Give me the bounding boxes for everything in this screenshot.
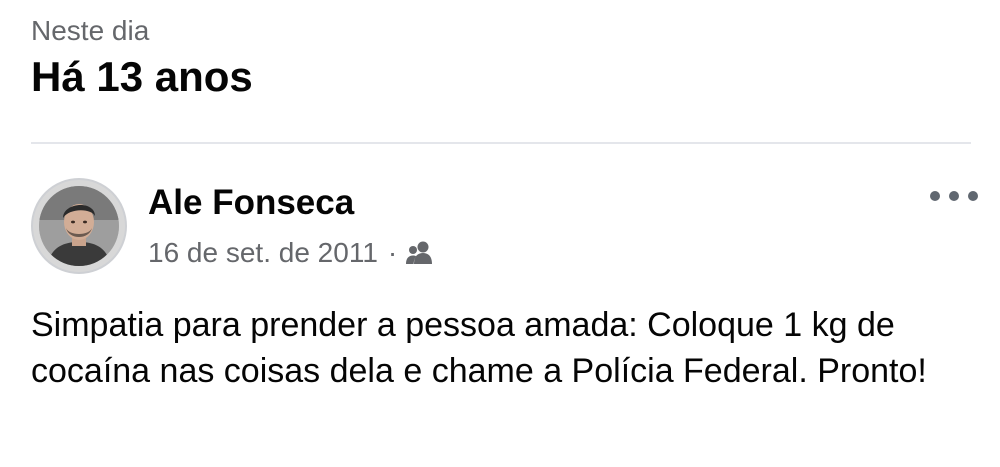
memory-header: Neste dia Há 13 anos	[31, 14, 253, 102]
avatar[interactable]	[31, 178, 127, 274]
avatar-photo	[39, 186, 119, 266]
divider	[31, 142, 971, 144]
meta-separator: ·	[387, 237, 398, 268]
profile-photo-icon	[39, 186, 119, 266]
more-dot	[949, 191, 959, 201]
post-meta: 16 de set. de 2011 ·	[148, 236, 435, 270]
memory-title: Há 13 anos	[31, 53, 253, 100]
author-name[interactable]: Ale Fonseca	[148, 182, 354, 224]
memory-subtitle: Neste dia	[31, 15, 150, 46]
post-date[interactable]: 16 de set. de 2011	[148, 236, 378, 270]
post-text: Simpatia para prender a pessoa amada: Co…	[31, 306, 927, 390]
more-dot	[968, 191, 978, 201]
friends-icon[interactable]	[405, 240, 435, 266]
post-header: Ale Fonseca 16 de set. de 2011 ·	[31, 178, 980, 278]
more-dot	[930, 191, 940, 201]
more-options-button[interactable]	[930, 184, 978, 208]
